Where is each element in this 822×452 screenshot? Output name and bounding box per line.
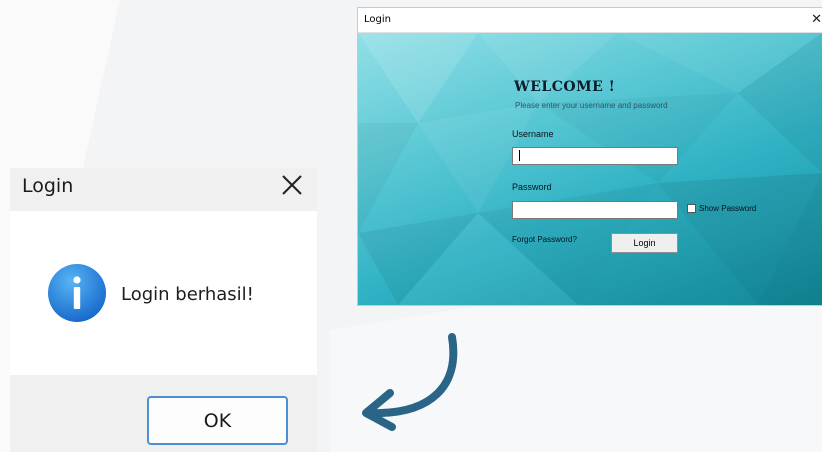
polygon-background	[358, 33, 822, 305]
message-box-titlebar: Login	[10, 168, 317, 211]
welcome-heading: WELCOME !	[514, 79, 616, 95]
message-text: Login berhasil!	[121, 284, 254, 305]
login-window-title: Login	[364, 14, 391, 25]
message-box-dialog: Login Login berhasil! OK	[10, 168, 317, 452]
message-box-footer: OK	[10, 375, 317, 452]
info-icon	[48, 264, 106, 322]
login-button[interactable]: Login	[611, 233, 678, 253]
message-box-title: Login	[22, 175, 74, 197]
forgot-password-link[interactable]: Forgot Password?	[512, 235, 577, 244]
show-password-checkbox[interactable]	[687, 204, 696, 213]
login-window: Login ✕ WELCOME ! Please enter your user…	[358, 8, 822, 305]
username-label: Username	[512, 129, 554, 139]
login-form-panel: WELCOME ! Please enter your username and…	[358, 33, 822, 305]
password-label: Password	[512, 182, 552, 192]
ok-button[interactable]: OK	[147, 396, 288, 445]
close-icon[interactable]	[279, 172, 305, 198]
login-window-titlebar: Login ✕	[358, 8, 822, 33]
curved-arrow-icon	[362, 333, 458, 431]
username-input[interactable]	[512, 147, 678, 165]
welcome-subtitle: Please enter your username and password	[515, 101, 668, 110]
show-password-label: Show Password	[699, 204, 757, 213]
password-input[interactable]	[512, 201, 678, 219]
message-box-body: Login berhasil!	[10, 211, 317, 375]
text-caret	[519, 150, 520, 161]
close-icon[interactable]: ✕	[811, 12, 822, 27]
